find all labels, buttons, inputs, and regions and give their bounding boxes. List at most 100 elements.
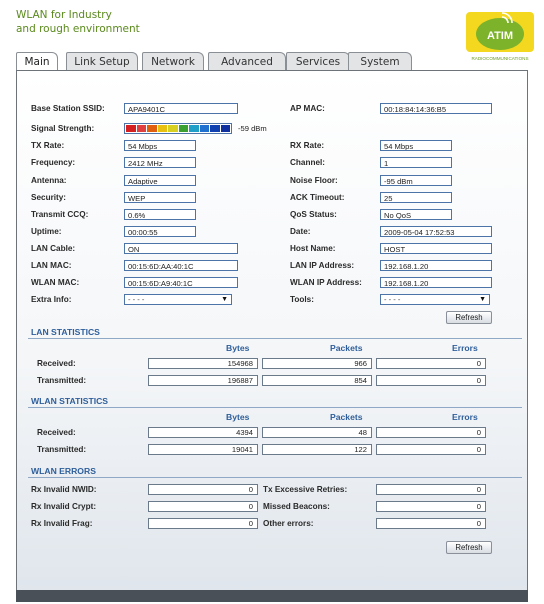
- uptime-label: Uptime:: [31, 227, 62, 236]
- ack-timeout-label: ACK Timeout:: [290, 193, 345, 202]
- logo-graphic: ATIM RADIOCOMMUNICATIONS: [462, 8, 538, 64]
- wlan-stats-title: WLAN STATISTICS: [31, 396, 109, 406]
- noise-floor-value: -95 dBm: [380, 175, 452, 186]
- lan-tx-errors: 0: [376, 375, 486, 386]
- wlan-rx-errors: 0: [376, 427, 486, 438]
- footer-bar: [16, 590, 528, 602]
- antenna-label: Antenna:: [31, 176, 67, 185]
- wlan-tx-packets: 122: [262, 444, 372, 455]
- lan-col-packets: Packets: [330, 343, 363, 353]
- channel-value: 1: [380, 157, 452, 168]
- other-errors-value: 0: [376, 518, 486, 529]
- signal-segment: [147, 125, 157, 132]
- wlan-received-label: Received:: [37, 428, 76, 437]
- lan-rx-bytes: 154968: [148, 358, 258, 369]
- signal-value: -59 dBm: [238, 124, 267, 133]
- lan-col-bytes: Bytes: [226, 343, 250, 353]
- lan-tx-packets: 854: [262, 375, 372, 386]
- signal-label: Signal Strength:: [31, 124, 95, 133]
- wlan-errors-divider: [28, 477, 522, 478]
- rx-invalid-frag-label: Rx Invalid Frag:: [31, 519, 93, 528]
- wlan-transmitted-label: Transmitted:: [37, 445, 87, 454]
- lan-cable-label: LAN Cable:: [31, 244, 76, 253]
- missed-beacons-label: Missed Beacons:: [263, 502, 330, 511]
- noise-floor-label: Noise Floor:: [290, 176, 338, 185]
- lan-rx-packets: 966: [262, 358, 372, 369]
- tools-select[interactable]: - - - - ▼: [380, 294, 490, 305]
- lan-transmitted-label: Transmitted:: [37, 376, 87, 385]
- signal-segment: [210, 125, 220, 132]
- rx-invalid-frag-value: 0: [148, 518, 258, 529]
- chevron-down-icon: ▼: [479, 296, 486, 303]
- wlan-col-errors: Errors: [452, 412, 478, 422]
- lan-mac-value: 00:15:6D:AA:40:1C: [124, 260, 238, 271]
- frequency-value: 2412 MHz: [124, 157, 196, 168]
- rx-invalid-crypt-label: Rx Invalid Crypt:: [31, 502, 97, 511]
- antenna-value: Adaptive: [124, 175, 196, 186]
- qos-status-label: QoS Status:: [290, 210, 337, 219]
- security-label: Security:: [31, 193, 67, 202]
- qos-status-value: No QoS: [380, 209, 452, 220]
- lan-cable-value: ON: [124, 243, 238, 254]
- lan-rx-errors: 0: [376, 358, 486, 369]
- host-name-value: HOST: [380, 243, 492, 254]
- tx-rate-value: 54 Mbps: [124, 140, 196, 151]
- ap-mac-value: 00:18:84:14:36:B5: [380, 103, 492, 114]
- refresh-button-bottom[interactable]: Refresh: [446, 541, 492, 554]
- tab-main[interactable]: Main: [16, 52, 58, 72]
- ack-timeout-value: 25: [380, 192, 452, 203]
- uptime-value: 00:00:55: [124, 226, 196, 237]
- wlan-ip-value: 192.168.1.20: [380, 277, 492, 288]
- wlan-rx-bytes: 4394: [148, 427, 258, 438]
- tx-rate-label: TX Rate:: [31, 141, 65, 150]
- security-value: WEP: [124, 192, 196, 203]
- tx-excessive-retries-value: 0: [376, 484, 486, 495]
- tab-advanced[interactable]: Advanced: [208, 52, 286, 71]
- logo-name: ATIM: [487, 30, 513, 42]
- signal-strength-bar: [124, 123, 232, 134]
- tab-network[interactable]: Network: [142, 52, 204, 71]
- lan-col-errors: Errors: [452, 343, 478, 353]
- wlan-rx-packets: 48: [262, 427, 372, 438]
- extra-info-value: - - - -: [128, 295, 145, 304]
- lan-stats-divider: [28, 338, 522, 339]
- rx-rate-value: 54 Mbps: [380, 140, 452, 151]
- rx-invalid-nwid-label: Rx Invalid NWID:: [31, 485, 97, 494]
- wlan-col-packets: Packets: [330, 412, 363, 422]
- lan-mac-label: LAN MAC:: [31, 261, 72, 270]
- channel-label: Channel:: [290, 158, 326, 167]
- date-label: Date:: [290, 227, 311, 236]
- atim-logo: ATIM RADIOCOMMUNICATIONS: [462, 8, 538, 64]
- signal-segment: [168, 125, 178, 132]
- signal-segment: [126, 125, 136, 132]
- logo-tagline: RADIOCOMMUNICATIONS: [471, 56, 528, 61]
- other-errors-label: Other errors:: [263, 519, 314, 528]
- missed-beacons-value: 0: [376, 501, 486, 512]
- ssid-value: APA9401C: [124, 103, 238, 114]
- extra-info-label: Extra Info:: [31, 295, 72, 304]
- tab-link-setup[interactable]: Link Setup: [66, 52, 138, 71]
- ap-mac-label: AP MAC:: [290, 104, 325, 113]
- signal-segment: [199, 125, 209, 132]
- brand-line-1: WLAN for Industry: [16, 9, 112, 21]
- wlan-tx-bytes: 19041: [148, 444, 258, 455]
- refresh-button-top[interactable]: Refresh: [446, 311, 492, 324]
- wlan-stats-divider: [28, 407, 522, 408]
- ccq-label: Transmit CCQ:: [31, 210, 89, 219]
- signal-segment: [189, 125, 199, 132]
- signal-segment: [178, 125, 188, 132]
- extra-info-select[interactable]: - - - - ▼: [124, 294, 232, 305]
- wlan-tx-errors: 0: [376, 444, 486, 455]
- wlan-errors-title: WLAN ERRORS: [31, 466, 96, 476]
- tab-system[interactable]: System: [348, 52, 412, 71]
- tools-label: Tools:: [290, 295, 314, 304]
- rx-rate-label: RX Rate:: [290, 141, 325, 150]
- wlan-ip-label: WLAN IP Address:: [290, 278, 362, 287]
- lan-stats-title: LAN STATISTICS: [31, 327, 100, 337]
- chevron-down-icon: ▼: [221, 296, 228, 303]
- frequency-label: Frequency:: [31, 158, 76, 167]
- ccq-value: 0.6%: [124, 209, 196, 220]
- lan-ip-label: LAN IP Address:: [290, 261, 355, 270]
- host-name-label: Host Name:: [290, 244, 336, 253]
- tab-services[interactable]: Services: [286, 52, 350, 71]
